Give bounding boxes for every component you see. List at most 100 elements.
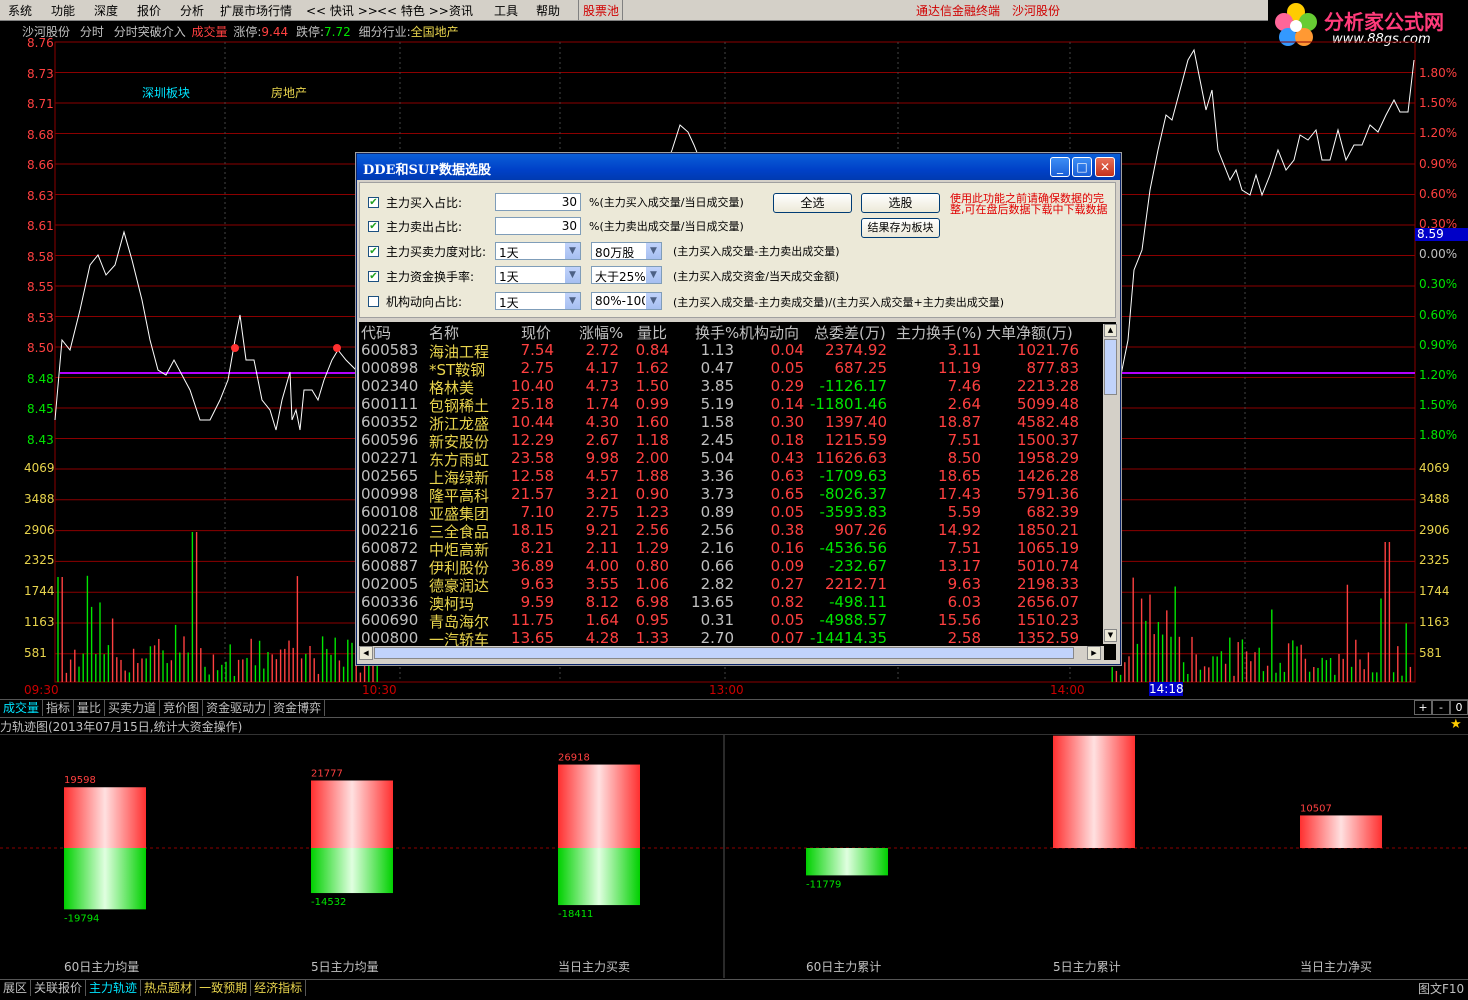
filter-sell-ratio-checkbox[interactable]: ✔ [368,221,379,232]
column-header[interactable]: 换手% [695,322,739,343]
volume-tick-label: 1744 [24,584,55,599]
tab-volume-ratio[interactable]: 量比 [74,700,106,716]
filter-power-checkbox[interactable]: ✔ [368,246,379,257]
filter-institution-checkbox[interactable] [368,296,379,307]
sell-ratio-input[interactable]: 30 [495,217,581,235]
table-row[interactable]: 002005 德豪润达 9.63 3.55 1.06 2.82 0.27 2212.71 9.6… [359,575,1104,595]
menu-ext-market[interactable]: 扩展市场行情 [220,2,292,19]
table-row[interactable]: 600108 亚盛集团 7.10 2.75 1.23 0.89 0.05 -3593.83 5.… [359,503,1104,523]
table-row[interactable]: 600352 浙江龙盛 10.44 4.30 1.60 1.58 0.30 1397.40 18… [359,413,1104,433]
tab-economic[interactable]: 经济指标 [251,980,307,996]
column-header[interactable]: 代码 [361,322,391,343]
menu-news-flash[interactable]: << 快讯 >> [306,2,378,19]
star-icon[interactable]: ★ [1450,717,1462,732]
table-row[interactable]: 600690 青岛海尔 11.75 1.64 0.95 0.31 0.05 -4988.57 1… [359,611,1104,631]
tab-indicator[interactable]: 指标 [43,700,75,716]
chevron-down-icon[interactable]: ▼ [564,267,580,283]
close-icon[interactable]: ✕ [1095,157,1115,177]
buy-ratio-input[interactable]: 30 [495,193,581,211]
save-as-block-button[interactable]: 结果存为板块 [861,218,940,238]
menu-feature[interactable]: << 特色 >> [377,2,449,19]
column-header[interactable]: 主力换手(%) [896,322,982,343]
turnover-period-select[interactable]: 1天 ▼ [495,266,581,284]
power-threshold-select[interactable]: 80万股 ▼ [591,242,662,260]
link-tdx-terminal[interactable]: 通达信金融终端 [916,2,1000,19]
table-row[interactable]: 002216 三全食品 18.15 9.21 2.56 2.56 0.38 907.26 14.… [359,521,1104,541]
column-header[interactable]: 机构动向 [739,322,799,343]
menu-depth[interactable]: 深度 [94,2,118,19]
column-header[interactable]: 总委差(万) [814,322,886,343]
menu-help[interactable]: 帮助 [536,2,560,19]
tab-volume[interactable]: 成交量 [0,700,44,716]
tab-consensus[interactable]: 一致预期 [196,980,252,996]
chevron-down-icon[interactable]: ▼ [564,293,580,309]
table-row[interactable]: 002271 东方雨虹 23.58 9.98 2.00 5.04 0.43 11626.63 8… [359,449,1104,469]
table-cell: 0.27 [770,575,804,593]
menu-quote[interactable]: 报价 [137,2,161,19]
column-header[interactable]: 量比 [637,322,667,343]
tab-related-quote[interactable]: 关联报价 [31,980,87,996]
scroll-right-icon[interactable]: ▶ [1087,646,1101,660]
scroll-up-icon[interactable]: ▲ [1104,324,1117,337]
chevron-down-icon[interactable]: ▼ [645,267,661,283]
table-cell: 600111 [361,395,419,413]
menu-analysis[interactable]: 分析 [180,2,204,19]
hscroll-thumb[interactable] [374,647,1074,659]
institution-period-select[interactable]: 1天 ▼ [495,292,581,310]
table-row[interactable]: 600583 海油工程 7.54 2.72 0.84 1.13 0.04 2374.92 3.1… [359,341,1104,361]
filter-buy-ratio-checkbox[interactable]: ✔ [368,197,379,208]
filter-turnover-checkbox[interactable]: ✔ [368,271,379,282]
tab-buy-sell-power[interactable]: 买卖力道 [105,700,161,716]
turnover-threshold-select[interactable]: 大于25% ▼ [591,266,662,284]
pick-stock-button[interactable]: 选股 [861,193,940,213]
table-row[interactable]: 600111 包钢稀土 25.18 1.74 0.99 5.19 0.14 -11801.46… [359,395,1104,415]
table-row[interactable]: 000800 一汽轿车 13.65 4.28 1.33 2.70 0.07 -14414.35… [359,629,1104,649]
table-row[interactable]: 002340 格林美 10.40 4.73 1.50 3.85 0.29 -1126.17 7.… [359,377,1104,397]
menu-system[interactable]: 系统 [8,2,32,19]
signal-marker [333,344,341,352]
table-row[interactable]: 000898 *ST鞍钢 2.75 4.17 1.62 0.47 0.05 687.25 11.… [359,359,1104,379]
table-row[interactable]: 600336 澳柯玛 9.59 8.12 6.98 13.65 0.82 -498.11 6.0… [359,593,1104,613]
select-all-button[interactable]: 全选 [773,193,852,213]
table-cell: 0.38 [770,521,804,539]
tab-zone[interactable]: 展区 [0,980,32,996]
vertical-scrollbar[interactable]: ▲ ▼ [1103,324,1118,644]
menu-stock-pool[interactable]: 股票池 [583,2,619,19]
menu-tools[interactable]: 工具 [494,2,518,19]
tab-auction-chart[interactable]: 竞价图 [160,700,204,716]
table-row[interactable]: 600872 中炬高新 8.21 2.11 1.29 2.16 0.16 -4536.56 7.… [359,539,1104,559]
zoom-out-button[interactable]: - [1432,700,1450,715]
zoom-reset-button[interactable]: 0 [1450,700,1468,715]
menu-info[interactable]: 资讯 [449,2,473,19]
scroll-thumb[interactable] [1104,339,1117,395]
menu-function[interactable]: 功能 [51,2,75,19]
column-header[interactable]: 现价 [521,322,551,343]
zoom-in-button[interactable]: + [1414,700,1432,715]
table-header: 代码 名称 现价 涨幅% 量比 换手% 机构动向 总委差(万) 主力换手(%) 大单净额(万) [359,322,1104,343]
table-row[interactable]: 600596 新安股份 12.29 2.67 1.18 2.45 0.18 1215.59 7.… [359,431,1104,451]
table-row[interactable]: 600887 伊利股份 36.89 4.00 0.80 0.66 0.09 -232.67 13… [359,557,1104,577]
maximize-icon[interactable]: □ [1072,157,1092,177]
scroll-left-icon[interactable]: ◀ [359,646,373,660]
horizontal-scrollbar[interactable]: ◀ ▶ [359,646,1104,660]
column-header[interactable]: 大单净额(万) [986,322,1073,343]
scroll-down-icon[interactable]: ▼ [1104,629,1117,642]
tab-capital-drive[interactable]: 资金驱动力 [203,700,271,716]
table-row[interactable]: 000998 隆平高科 21.57 3.21 0.90 3.73 0.65 -8026.37 1… [359,485,1104,505]
column-header[interactable]: 涨幅% [579,322,623,343]
tab-capital-game[interactable]: 资金博弈 [270,700,326,716]
link-current-stock[interactable]: 沙河股份 [1012,2,1060,19]
tab-hot-topic[interactable]: 热点题材 [141,980,197,996]
chevron-down-icon[interactable]: ▼ [645,243,661,259]
power-period-select[interactable]: 1天 ▼ [495,242,581,260]
tab-main-track[interactable]: 主力轨迹 [86,980,142,996]
institution-range-select[interactable]: 80%-100% ▼ [591,292,662,310]
minimize-icon[interactable]: _ [1050,157,1070,177]
chevron-down-icon[interactable]: ▼ [645,293,661,309]
dialog-titlebar[interactable]: DDE和SUP数据选股 _ □ ✕ [357,154,1120,180]
volume-tick-label: 3488 [24,491,55,506]
column-header[interactable]: 名称 [429,322,459,343]
table-row[interactable]: 002565 上海绿新 12.58 4.57 1.88 3.36 0.63 -1709.63 1… [359,467,1104,487]
f10-link[interactable]: 图文F10 [1418,980,1464,997]
chevron-down-icon[interactable]: ▼ [564,243,580,259]
